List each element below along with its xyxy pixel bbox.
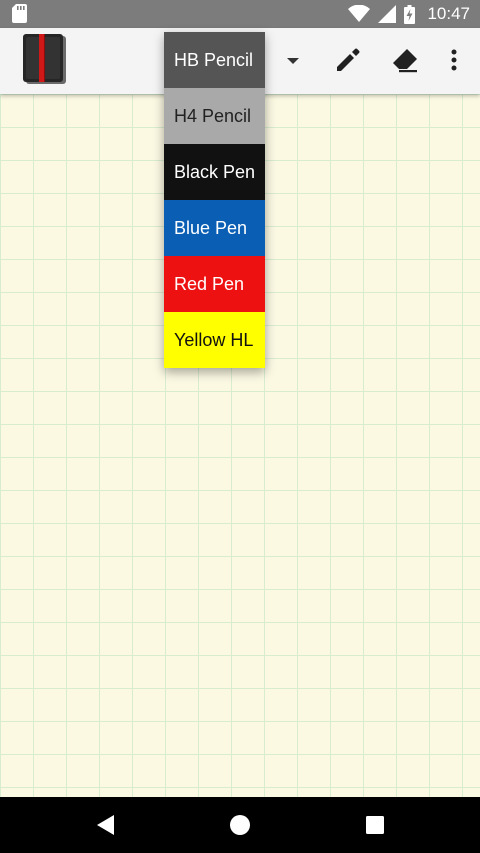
status-bar: 10:47 <box>0 0 480 28</box>
dropdown-arrow-icon[interactable] <box>282 50 304 72</box>
pen-option-red-pen[interactable]: Red Pen <box>164 256 265 312</box>
pen-option-label: Black Pen <box>174 161 256 182</box>
pen-option-h4-pencil[interactable]: H4 Pencil <box>164 88 265 144</box>
system-nav-bar <box>0 797 480 853</box>
more-vert-icon[interactable] <box>444 47 464 73</box>
recents-icon[interactable] <box>365 815 385 835</box>
pen-option-label: Blue Pen <box>174 217 248 238</box>
eraser-icon[interactable] <box>391 47 419 73</box>
cellular-signal-icon <box>378 5 397 23</box>
pen-icon[interactable] <box>335 47 361 73</box>
pen-option-yellow-hl[interactable]: Yellow HL <box>164 312 265 368</box>
home-icon[interactable] <box>229 814 251 836</box>
battery-charging-icon <box>404 4 416 24</box>
notebook-logo-icon[interactable] <box>22 33 66 85</box>
pen-option-label: H4 Pencil <box>174 105 252 126</box>
pen-option-label: Red Pen <box>174 273 245 294</box>
pen-option-label: HB Pencil <box>174 49 254 70</box>
wifi-icon <box>348 5 371 22</box>
pen-option-blue-pen[interactable]: Blue Pen <box>164 200 265 256</box>
status-clock: 10:47 <box>427 4 470 23</box>
pen-type-dropdown: HB Pencil H4 Pencil Black Pen Blue Pen R… <box>164 32 265 368</box>
sd-card-icon <box>12 4 27 23</box>
back-icon[interactable] <box>94 814 116 836</box>
pen-option-hb-pencil[interactable]: HB Pencil <box>164 32 265 88</box>
pen-option-label: Yellow HL <box>174 329 254 350</box>
pen-option-black-pen[interactable]: Black Pen <box>164 144 265 200</box>
